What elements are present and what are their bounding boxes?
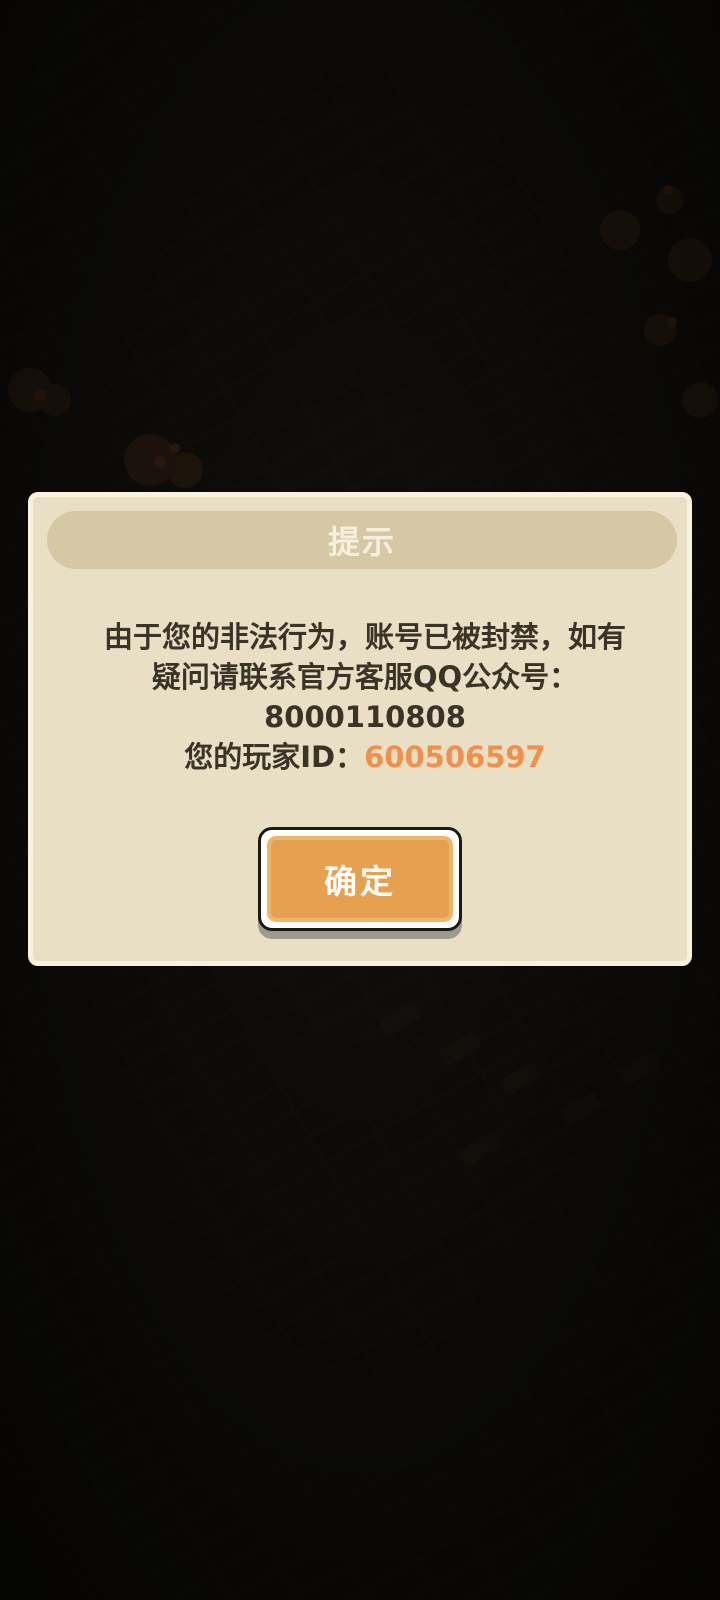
game-screen: 提示 由于您的非法行为，账号已被封禁，如有 疑问请联系官方客服QQ公众号： 80… bbox=[0, 0, 720, 1600]
message-line-2: 疑问请联系官方客服QQ公众号： bbox=[151, 660, 579, 694]
player-id-value: 600506597 bbox=[364, 740, 546, 774]
player-id-label: 您的玩家ID： bbox=[184, 740, 365, 774]
qq-number: 8000110808 bbox=[264, 700, 466, 734]
player-id-line: 您的玩家ID：600506597 bbox=[53, 737, 677, 777]
ban-notice-dialog: 提示 由于您的非法行为，账号已被封禁，如有 疑问请联系官方客服QQ公众号： 80… bbox=[28, 492, 692, 966]
message-line-1: 由于您的非法行为，账号已被封禁，如有 bbox=[103, 620, 626, 654]
dialog-message: 由于您的非法行为，账号已被封禁，如有 疑问请联系官方客服QQ公众号： 80001… bbox=[53, 617, 677, 777]
dialog-header: 提示 bbox=[47, 511, 677, 569]
confirm-button-label: 确定 bbox=[324, 862, 396, 901]
confirm-button-face: 确定 bbox=[267, 836, 453, 922]
dialog-title: 提示 bbox=[327, 523, 396, 561]
confirm-button-wrap: 确定 bbox=[258, 827, 462, 939]
confirm-button[interactable]: 确定 bbox=[258, 827, 462, 931]
